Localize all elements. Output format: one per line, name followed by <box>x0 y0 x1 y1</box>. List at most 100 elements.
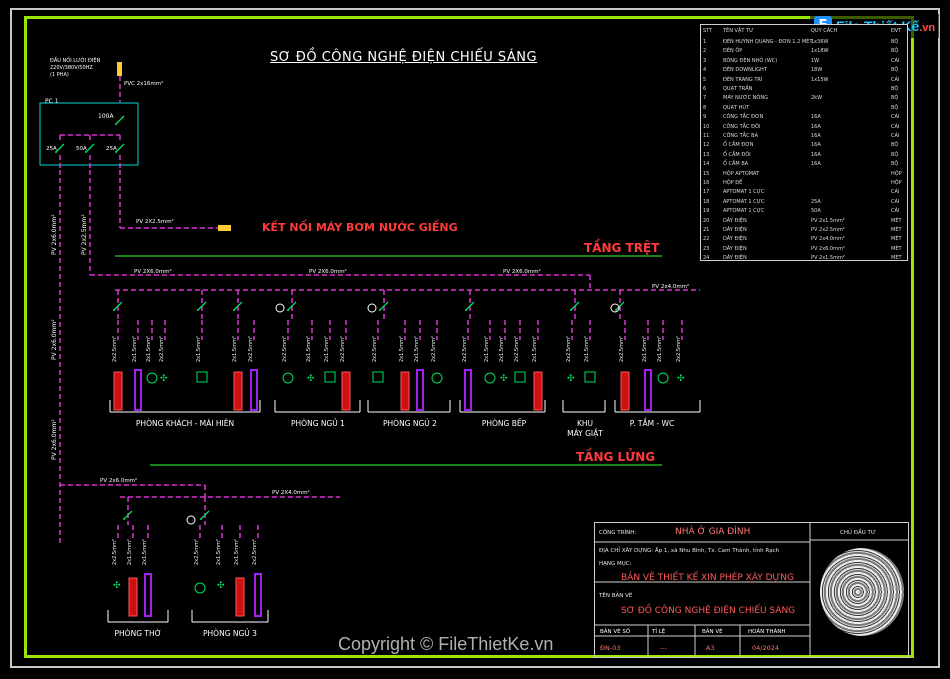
legend-cell: ĐÈN HUỲNH QUANG - ĐƠN 1.2 MÉT <box>723 39 813 45</box>
breaker-contact-icon <box>615 309 617 311</box>
legend-cell: 13 <box>703 151 710 158</box>
legend-cell: ĐÈN DOWNLIGHT <box>723 67 767 74</box>
floor-title-mezzanine: TẦNG LỬNG <box>576 447 655 464</box>
legend-row: 17 APTOMAT 1 CỰC CÁI <box>701 188 907 197</box>
ground-bus-label: PV 2X6.0mm² <box>134 268 172 275</box>
branch-label: 2x2.5mm² <box>462 336 468 362</box>
main-breaker-icon <box>115 115 125 125</box>
legend-cell: BỘ <box>891 67 899 74</box>
legend-cell: 4 <box>703 67 707 74</box>
legend-cell: Ổ CẮM BA <box>723 161 749 168</box>
legend-cell: MÉT <box>891 245 902 252</box>
legend-row: 5 ĐÈN TRANG TRÍ 1x15W CÁI <box>701 76 907 85</box>
room-name: MÁY GIẶT <box>567 429 603 438</box>
fuse-icon <box>117 62 122 76</box>
legend-cell: 25A <box>811 198 821 205</box>
downlight-icon <box>196 371 208 383</box>
project-address: ĐỊA CHỈ XÂY DỰNG: Ấp 1, xã Nhu Bình, Tx.… <box>599 548 780 554</box>
branch-label: 2x1.5mm² <box>324 336 330 362</box>
legend-cell: CÁI <box>891 208 900 215</box>
downlight-icon <box>584 371 596 383</box>
legend-cell: 7 <box>703 95 707 102</box>
legend-row: 14 Ổ CẮM BA 16A BỘ <box>701 160 907 169</box>
legend-cell: DÂY ĐIỆN <box>723 227 747 233</box>
mezz-bus-label: PV 2x6.0mm² <box>100 477 137 484</box>
legend-cell: PV 2x4.0mm² <box>811 236 845 243</box>
legend-cell: CÔNG TẮC BA <box>723 133 759 139</box>
branch-breaker-label: 25A <box>46 146 57 152</box>
legend-cell: 22 <box>703 236 710 243</box>
room-name: KHU <box>577 419 593 428</box>
legend-cell: 15 <box>703 170 710 177</box>
breaker-contact-icon <box>113 309 115 311</box>
legend-cell: CÁI <box>891 114 900 121</box>
pump-cable-label: PV 2X2.5mm² <box>136 218 174 225</box>
legend-cell: MÉT <box>891 217 902 224</box>
project-name: NHÀ Ở GIA ĐÌNH <box>675 527 751 537</box>
legend-row: 9 CÔNG TẮC ĐƠN 16A CÁI <box>701 113 907 122</box>
legend-cell: QUẠT TRẦN <box>723 86 753 92</box>
legend-cell: 24 <box>703 255 710 262</box>
fluorescent-lamp-icon <box>644 369 652 411</box>
legend-cell: HỘP <box>891 180 902 186</box>
legend-cell: Ổ CẮM ĐÔI <box>723 151 751 158</box>
legend-row: 8 QUẠT HÚT BỘ <box>701 104 907 113</box>
branch-label: 2x2.5mm² <box>340 336 346 362</box>
room-name: PHÒNG NGỦ 3 <box>203 628 257 638</box>
breaker-contact-icon <box>197 309 199 311</box>
marker-circle-icon <box>275 303 285 313</box>
feeder-label: PV 2x6.0mm² <box>51 214 58 255</box>
legend-cell: PV 2x2.5mm² <box>811 227 845 233</box>
legend-cell: 14 <box>703 161 710 168</box>
ground-bus-label: PV 2X6.0mm² <box>503 268 541 275</box>
legend-row: 19 APTOMAT 1 CỰC 50A CÁI <box>701 207 907 216</box>
legend-cell: CÁI <box>891 123 900 130</box>
legend-row: 10 CÔNG TẮC ĐÔI 16A CÁI <box>701 123 907 132</box>
category-value: BẢN VẼ THIẾT KẾ XIN PHÉP XÂY DỰNG <box>621 573 794 583</box>
breaker-contact-icon <box>287 309 289 311</box>
legend-cell: HỘP <box>891 170 902 177</box>
fluorescent-lamp-icon <box>134 369 142 411</box>
legend-cell: CÁI <box>891 133 900 139</box>
branch-label: 2x2.5mm² <box>112 539 118 565</box>
branch-label: 2x2.5mm² <box>252 539 258 565</box>
legend-cell: CÁI <box>891 198 900 205</box>
legend-cell: DÂY ĐIỆN <box>723 217 747 224</box>
legend-cell: APTOMAT 1 CỰC <box>723 198 765 205</box>
legend-cell: 16 <box>703 180 710 186</box>
fluorescent-lamp-icon <box>416 369 424 411</box>
legend-cell: 8 <box>703 104 707 111</box>
legend-cell: HỘP APTOMAT <box>723 170 760 177</box>
legend-cell: CÔNG TẮC ĐƠN <box>723 114 764 121</box>
breaker-contact-icon <box>465 309 467 311</box>
legend-cell: ĐVT <box>891 28 902 34</box>
branch-label: 2x1.5mm² <box>306 336 312 362</box>
fluorescent-lamp-icon <box>250 369 258 411</box>
branch-label: 2x2.5mm² <box>372 336 378 362</box>
legend-cell: CÁI <box>891 76 900 83</box>
water-heater-icon <box>341 371 351 411</box>
legend-row: 23 DÂY ĐIỆN PV 2x6.0mm² MÉT <box>701 245 907 254</box>
legend-cell: 3 <box>703 57 707 64</box>
branch-label: 2x1.5mm² <box>216 539 222 565</box>
fluorescent-lamp-icon <box>144 573 152 617</box>
legend-cell: PV 2x1.5mm² <box>811 255 845 262</box>
legend-row: 22 DÂY ĐIỆN PV 2x4.0mm² MÉT <box>701 235 907 244</box>
legend-cell: 50A <box>811 208 821 215</box>
legend-row: 13 Ổ CẮM ĐÔI 16A BỘ <box>701 151 907 160</box>
branch-breaker-icon <box>85 143 95 153</box>
legend-cell: 1x36W <box>811 39 829 45</box>
panel-name: PC 1 <box>45 98 59 105</box>
source-label: (1 PHA) <box>50 72 69 78</box>
ceiling-light-icon: ✣ <box>217 581 225 591</box>
legend-cell: 1W <box>811 57 820 64</box>
branch-label: 2x1.5mm² <box>584 336 590 362</box>
marker-circle-icon <box>186 515 196 525</box>
downlight-icon <box>324 371 336 383</box>
legend-row: 4 ĐÈN DOWNLIGHT 18W BỘ <box>701 66 907 75</box>
socket-icon <box>194 582 206 594</box>
legend-cell: BÓNG ĐÈN NHỎ (WC) <box>723 57 778 64</box>
legend-cell: 23 <box>703 245 710 252</box>
legend-row: 21 DÂY ĐIỆN PV 2x2.5mm² MÉT <box>701 226 907 235</box>
branch-label: 2x2.5mm² <box>514 336 520 362</box>
